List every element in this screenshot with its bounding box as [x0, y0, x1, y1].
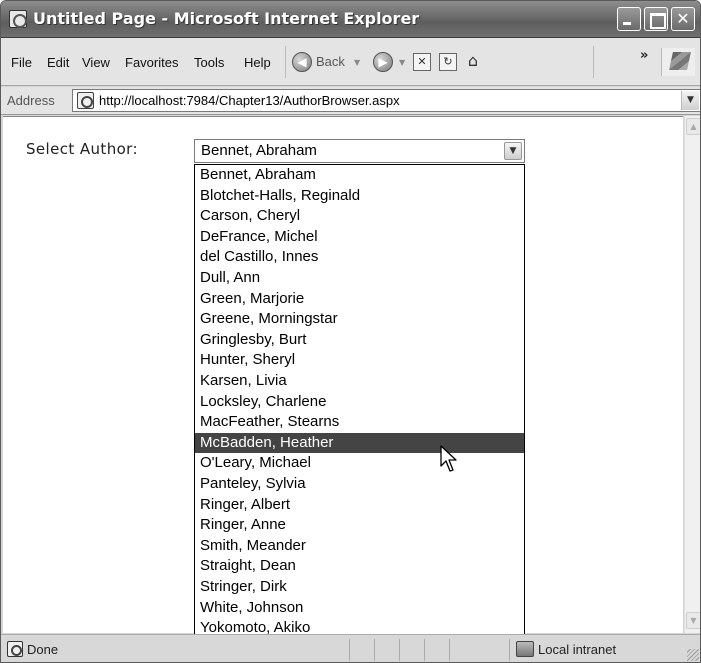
- author-option[interactable]: Smith, Meander: [195, 536, 524, 557]
- address-dropdown-icon[interactable]: ▼: [681, 91, 699, 110]
- close-button[interactable]: ✕: [671, 7, 695, 31]
- author-option[interactable]: Gringlesby, Burt: [195, 330, 524, 351]
- toolbar-separator: [285, 46, 286, 78]
- menu-file[interactable]: File: [11, 55, 32, 70]
- status-divider: [374, 639, 375, 661]
- status-divider: [509, 639, 510, 661]
- address-label: Address: [7, 93, 55, 108]
- page-done-icon: [7, 641, 23, 657]
- menu-tools[interactable]: Tools: [194, 55, 224, 70]
- forward-arrow-icon[interactable]: ▶: [373, 52, 393, 72]
- scroll-down-icon[interactable]: ▼: [686, 612, 700, 629]
- author-option[interactable]: Greene, Morningstar: [195, 309, 524, 330]
- browser-window: Untitled Page - Microsoft Internet Explo…: [0, 0, 701, 663]
- stop-icon[interactable]: ✕: [413, 53, 431, 71]
- author-option[interactable]: O'Leary, Michael: [195, 453, 524, 474]
- author-option[interactable]: Hunter, Sheryl: [195, 350, 524, 371]
- back-arrow-icon[interactable]: ◀: [292, 52, 312, 72]
- resize-grip-icon[interactable]: [687, 649, 699, 661]
- author-option[interactable]: McBadden, Heather: [195, 432, 524, 454]
- status-divider: [349, 639, 350, 661]
- author-option[interactable]: White, Johnson: [195, 598, 524, 619]
- author-option[interactable]: Dull, Ann: [195, 268, 524, 289]
- author-option[interactable]: Straight, Dean: [195, 556, 524, 577]
- status-divider: [424, 639, 425, 661]
- home-icon[interactable]: ⌂: [464, 53, 482, 71]
- author-option[interactable]: DeFrance, Michel: [195, 227, 524, 248]
- intranet-zone-icon: [516, 641, 534, 657]
- ie-page-icon: [9, 10, 27, 28]
- menu-edit[interactable]: Edit: [47, 55, 69, 70]
- menu-toolbar: File Edit View Favorites Tools Help ◀ Ba…: [1, 38, 700, 86]
- window-title: Untitled Page - Microsoft Internet Explo…: [33, 9, 420, 28]
- author-option[interactable]: Ringer, Albert: [195, 495, 524, 516]
- toolbar-separator: [593, 46, 594, 78]
- author-option[interactable]: Locksley, Charlene: [195, 392, 524, 413]
- page-icon: [77, 92, 94, 109]
- author-option[interactable]: Karsen, Livia: [195, 371, 524, 392]
- status-divider: [399, 639, 400, 661]
- author-option[interactable]: del Castillo, Innes: [195, 247, 524, 268]
- address-url[interactable]: http://localhost:7984/Chapter13/AuthorBr…: [99, 93, 400, 108]
- title-bar[interactable]: Untitled Page - Microsoft Internet Explo…: [1, 1, 700, 38]
- menu-view[interactable]: View: [82, 55, 110, 70]
- menu-help[interactable]: Help: [244, 55, 271, 70]
- author-option[interactable]: Ringer, Anne: [195, 515, 524, 536]
- security-zone-label: Local intranet: [538, 642, 617, 657]
- status-text: Done: [27, 642, 59, 657]
- address-bar: Address http://localhost:7984/Chapter13/…: [1, 87, 700, 115]
- toolbar-overflow-icon[interactable]: »: [640, 48, 648, 63]
- select-author-label: Select Author:: [26, 140, 138, 158]
- author-option[interactable]: Stringer, Dirk: [195, 577, 524, 598]
- author-option[interactable]: Green, Marjorie: [195, 289, 524, 310]
- author-select-value[interactable]: Bennet, Abraham: [201, 142, 317, 159]
- author-option[interactable]: Bennet, Abraham: [195, 165, 524, 186]
- address-input[interactable]: http://localhost:7984/Chapter13/AuthorBr…: [72, 89, 700, 112]
- mouse-cursor-icon: [440, 445, 457, 472]
- vertical-scrollbar[interactable]: ▲ ▼: [684, 116, 700, 633]
- author-option[interactable]: MacFeather, Stearns: [195, 412, 524, 433]
- maximize-button[interactable]: [644, 7, 668, 31]
- chevron-down-icon[interactable]: ▼: [504, 142, 522, 160]
- back-dropdown-icon[interactable]: ▼: [354, 58, 360, 67]
- refresh-icon[interactable]: ↻: [439, 53, 457, 71]
- author-option[interactable]: Blotchet-Halls, Reginald: [195, 186, 524, 207]
- status-divider: [449, 639, 450, 661]
- status-bar: Done Local intranet: [1, 634, 700, 662]
- scroll-up-icon[interactable]: ▲: [686, 118, 700, 135]
- author-dropdown-list[interactable]: Bennet, Abraham Blotchet-Halls, Reginald C…: [194, 164, 525, 640]
- author-option[interactable]: Panteley, Sylvia: [195, 474, 524, 495]
- windows-logo-icon: [661, 48, 695, 76]
- author-option[interactable]: Carson, Cheryl: [195, 206, 524, 227]
- back-button-label[interactable]: Back: [316, 54, 345, 76]
- menu-favorites[interactable]: Favorites: [125, 55, 178, 70]
- forward-dropdown-icon[interactable]: ▼: [399, 58, 405, 67]
- minimize-button[interactable]: [617, 7, 641, 31]
- author-select[interactable]: Bennet, Abraham ▼: [194, 139, 525, 163]
